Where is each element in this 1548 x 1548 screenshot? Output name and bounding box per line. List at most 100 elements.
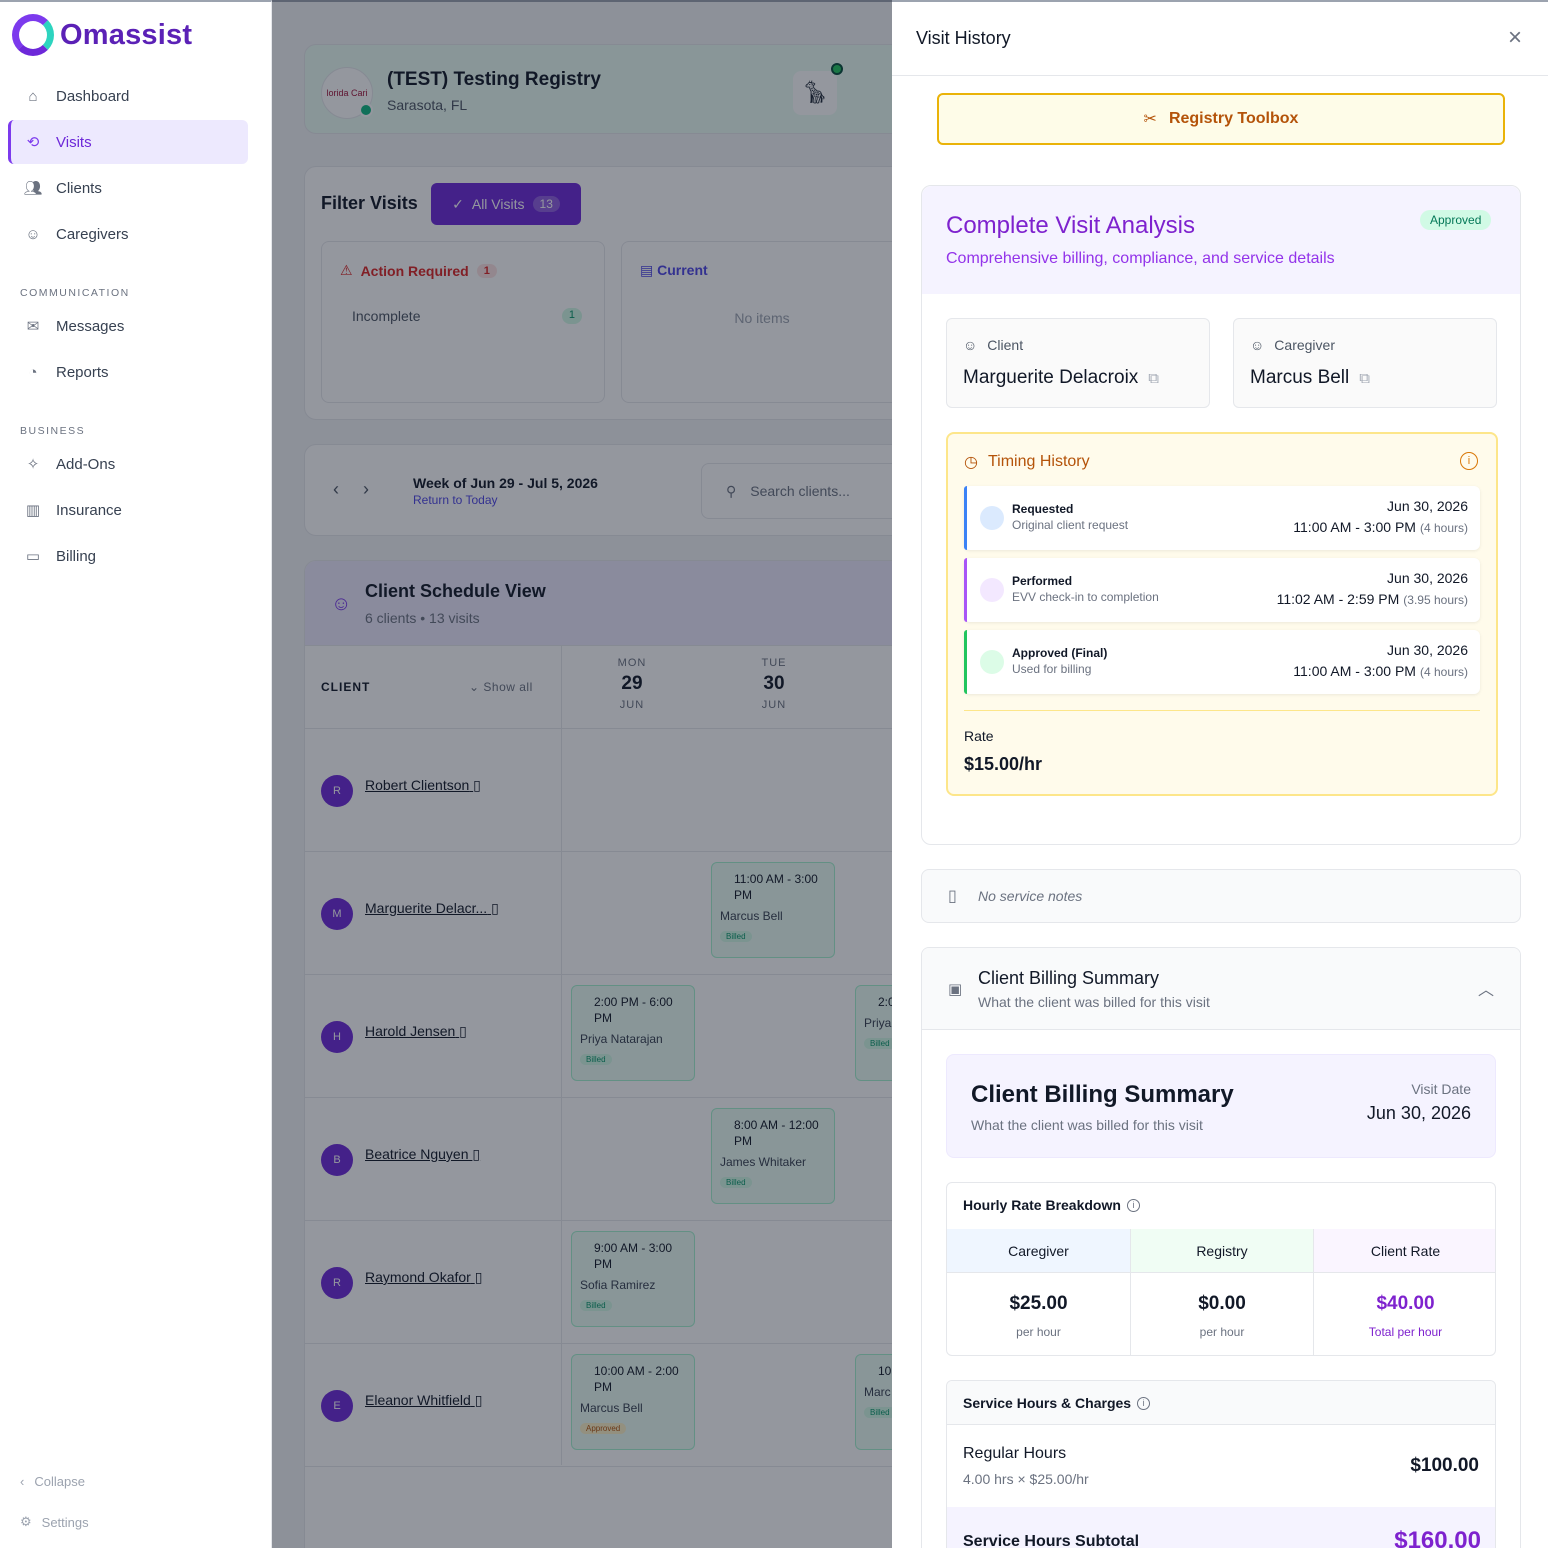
timing-accent: [964, 558, 967, 622]
subtotal-row: Service Hours Subtotal $160.00: [947, 1507, 1495, 1548]
service-header: Service Hours & Charges i: [947, 1381, 1495, 1425]
nav-label: Billing: [56, 547, 97, 565]
timing-dot: [980, 650, 1004, 674]
user-icon: ☺: [1250, 337, 1265, 353]
timing-accent: [964, 630, 967, 694]
settings-button[interactable]: ⚙ Settings: [20, 1514, 89, 1530]
refresh-icon: ⟲: [26, 134, 40, 151]
analysis-header: Complete Visit Analysis Comprehensive bi…: [922, 186, 1520, 294]
client-billing-section: ▣ Client Billing Summary What the client…: [921, 947, 1521, 1548]
close-icon[interactable]: ×: [1508, 24, 1522, 52]
nav-label: Visits: [56, 133, 92, 151]
user-icon: ☺: [963, 337, 978, 353]
timing-row: Performed EVV check-in to completion Jun…: [964, 558, 1480, 622]
nav-caregivers[interactable]: ☺ Caregivers: [8, 212, 248, 256]
hours: (4 hours): [1419, 665, 1468, 679]
name-text: Marcus Bell: [1250, 367, 1350, 388]
info-icon[interactable]: i: [1460, 452, 1478, 470]
rate-value: $25.00: [1009, 1293, 1068, 1314]
user-icon: ☺: [25, 225, 41, 243]
business-nav: ✧ Add-Ons ▥ Insurance ▭ Billing: [8, 442, 248, 580]
hourly-title-text: Hourly Rate Breakdown: [963, 1197, 1121, 1213]
client-card: ☺ Client Marguerite Delacroix ⧉: [946, 318, 1210, 408]
timing-desc: Used for billing: [1012, 662, 1092, 676]
timing-date: Jun 30, 2026: [1387, 642, 1468, 658]
col-header: Caregiver: [947, 1229, 1130, 1273]
registry-rate-col: Registry $0.00 per hour: [1130, 1229, 1313, 1355]
rate-value: $0.00: [1198, 1293, 1246, 1314]
nav-label: Insurance: [56, 501, 122, 519]
billing-header[interactable]: ▣ Client Billing Summary What the client…: [922, 948, 1520, 1030]
regular-hours-amount: $100.00: [1410, 1455, 1479, 1476]
tools-icon: ✂: [1143, 111, 1157, 128]
timing-desc: Original client request: [1012, 518, 1129, 532]
hourly-rate-breakdown: Hourly Rate Breakdown i Caregiver $25.00 …: [946, 1182, 1496, 1356]
communication-nav: ✉ Messages ◔ Reports: [8, 304, 248, 396]
visit-analysis-card: Complete Visit Analysis Comprehensive bi…: [921, 185, 1521, 845]
nav-label: Messages: [56, 317, 125, 335]
nav-label: Add-Ons: [56, 455, 116, 473]
info-icon[interactable]: i: [1137, 1396, 1151, 1410]
billing-summary-card: Client Billing Summary What the client w…: [946, 1054, 1496, 1158]
timing-date: Jun 30, 2026: [1387, 570, 1468, 586]
client-label: ☺ Client: [963, 337, 1023, 353]
nav-billing[interactable]: ▭ Billing: [8, 534, 248, 578]
client-rate-col: Client Rate $40.00 Total per hour: [1313, 1229, 1495, 1355]
collapse-button[interactable]: ‹ Collapse: [20, 1474, 85, 1489]
subtotal-label: Service Hours Subtotal: [963, 1533, 1140, 1548]
timing-row: Approved (Final) Used for billing Jun 30…: [964, 630, 1480, 694]
copy-icon[interactable]: ⧉: [1359, 370, 1370, 387]
modal-backdrop[interactable]: [272, 0, 892, 1548]
money-icon: ▣: [948, 981, 963, 998]
rate-unit: per hour: [1199, 1325, 1245, 1339]
rate-value: $40.00: [1376, 1293, 1435, 1314]
time-range: 11:00 AM - 3:00 PM: [1293, 663, 1416, 679]
status-badge: Approved: [1420, 210, 1492, 230]
notes-text: No service notes: [978, 888, 1083, 904]
service-hours-charges: Service Hours & Charges i Regular Hours 4…: [946, 1380, 1496, 1548]
time-range: 11:02 AM - 2:59 PM: [1276, 591, 1400, 607]
timing-time: 11:02 AM - 2:59 PM (3.95 hours): [1277, 591, 1468, 607]
registry-toolbox-button[interactable]: ✂ Registry Toolbox: [937, 93, 1505, 145]
timing-dot: [980, 578, 1004, 602]
nav-dashboard[interactable]: ⌂ Dashboard: [8, 74, 248, 118]
nav-label: Reports: [56, 363, 109, 381]
nav-label: Caregivers: [56, 225, 129, 243]
timing-row: Requested Original client request Jun 30…: [964, 486, 1480, 550]
info-icon[interactable]: i: [1126, 1198, 1140, 1212]
time-range: 11:00 AM - 3:00 PM: [1293, 519, 1416, 535]
billing-header-subtitle: What the client was billed for this visi…: [978, 994, 1210, 1010]
nav-add-ons[interactable]: ✧ Add-Ons: [8, 442, 248, 486]
timing-date: Jun 30, 2026: [1387, 498, 1468, 514]
rate-unit: Total per hour: [1368, 1325, 1443, 1339]
timing-name: Performed: [1012, 574, 1073, 588]
nav-messages[interactable]: ✉ Messages: [8, 304, 248, 348]
app-logo[interactable]: Omassist: [12, 14, 192, 56]
timing-history: ◷ Timing History i Requested Original cli…: [946, 432, 1498, 796]
caregiver-name: Marcus Bell ⧉: [1250, 367, 1370, 389]
settings-label: Settings: [41, 1514, 89, 1530]
service-notes: ▯ No service notes: [921, 869, 1521, 923]
credit-card-icon: ▭: [25, 548, 41, 565]
chevron-up-icon[interactable]: ︿: [1478, 976, 1494, 1000]
nav-label: Dashboard: [56, 87, 130, 105]
billing-summary-subtitle: What the client was billed for this visi…: [971, 1117, 1203, 1133]
analysis-subtitle: Comprehensive billing, compliance, and s…: [946, 250, 1335, 267]
nav-clients[interactable]: 👥︎ Clients: [8, 166, 248, 210]
label-text: Caregiver: [1274, 337, 1335, 353]
section-communication: COMMUNICATION: [20, 287, 130, 299]
gear-icon: ⚙: [20, 1514, 32, 1529]
timing-dot: [980, 506, 1004, 530]
analysis-title: Complete Visit Analysis: [946, 212, 1195, 239]
timing-header: ◷ Timing History: [964, 452, 1090, 472]
logo-icon: [12, 14, 54, 56]
timing-time: 11:00 AM - 3:00 PM (4 hours): [1293, 519, 1468, 535]
nav-insurance[interactable]: ▥ Insurance: [8, 488, 248, 532]
timing-title: Timing History: [987, 453, 1090, 470]
copy-icon[interactable]: ⧉: [1148, 370, 1159, 387]
chevron-left-icon: ‹: [20, 1474, 25, 1489]
nav-reports[interactable]: ◔ Reports: [8, 350, 248, 394]
timing-name: Approved (Final): [1012, 646, 1108, 660]
divider: [964, 710, 1480, 711]
nav-visits[interactable]: ⟲ Visits: [8, 120, 248, 164]
